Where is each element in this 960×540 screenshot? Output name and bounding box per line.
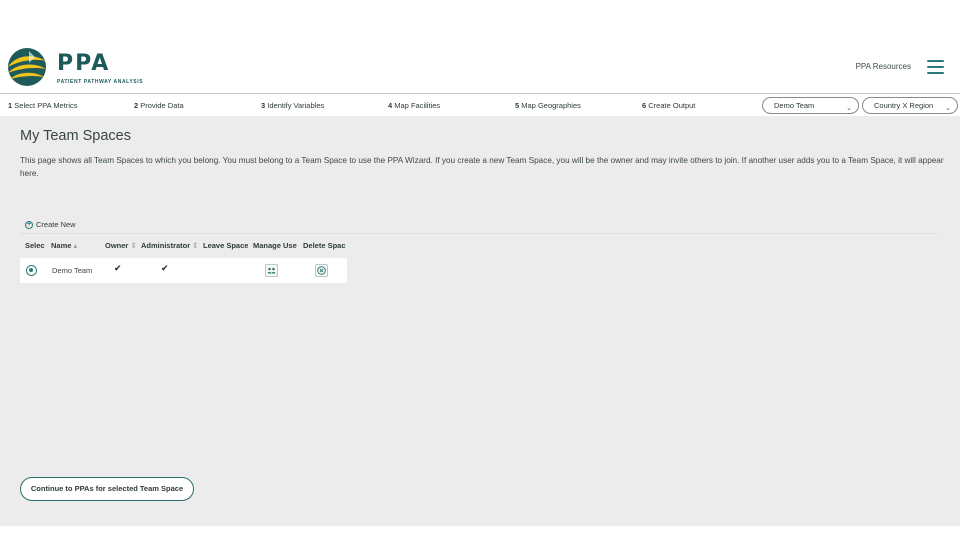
step-number: 6 bbox=[642, 101, 647, 110]
column-header-manage-users: Manage Use bbox=[253, 241, 297, 250]
main-content: My Team Spaces This page shows all Team … bbox=[0, 116, 960, 526]
step-label: Provide Data bbox=[140, 101, 184, 110]
page-title: My Team Spaces bbox=[20, 128, 131, 144]
step-label: Map Facilities bbox=[394, 101, 441, 110]
step-number: 1 bbox=[8, 101, 13, 110]
step-label: Identify Variables bbox=[267, 101, 325, 110]
hamburger-menu-icon[interactable] bbox=[927, 60, 944, 74]
ppa-logo-mark-icon bbox=[8, 48, 46, 86]
step-number: 2 bbox=[134, 101, 139, 110]
sort-icon: ⇕ bbox=[130, 241, 137, 250]
step-map-geographies[interactable]: 5 Map Geographies bbox=[515, 101, 581, 110]
logo-title: PPA bbox=[57, 51, 111, 76]
region-select-value: Country X Region bbox=[874, 101, 934, 110]
delete-icon bbox=[317, 266, 326, 275]
continue-to-ppas-button[interactable]: Continue to PPAs for selected Team Space bbox=[20, 477, 194, 501]
step-provide-data[interactable]: 2 Provide Data bbox=[134, 101, 184, 110]
plus-circle-icon: + bbox=[25, 220, 33, 229]
column-header-owner[interactable]: Owner ⇕ bbox=[105, 241, 137, 250]
create-new-label: Create New bbox=[36, 220, 76, 229]
ppa-logo[interactable]: PPA PATIENT PATHWAY ANALYSIS bbox=[5, 47, 143, 87]
column-header-delete-space: Delete Spac bbox=[303, 241, 346, 250]
sort-ascending-icon: ▴ bbox=[73, 241, 78, 250]
step-number: 4 bbox=[388, 101, 393, 110]
wizard-steps-bar: 1 Select PPA Metrics 2 Provide Data 3 Id… bbox=[0, 93, 960, 116]
step-select-ppa-metrics[interactable]: 1 Select PPA Metrics bbox=[8, 101, 77, 110]
administrator-check-icon: ✔ bbox=[161, 263, 169, 273]
app-header: PPA PATIENT PATHWAY ANALYSIS PPA Resourc… bbox=[0, 0, 960, 93]
sort-icon: ⇕ bbox=[192, 241, 199, 250]
page-description: This page shows all Team Spaces to which… bbox=[20, 156, 944, 178]
column-header-leave-space: Leave Space bbox=[203, 241, 248, 250]
table-divider bbox=[20, 233, 938, 234]
step-label: Create Output bbox=[648, 101, 696, 110]
team-select-radio[interactable] bbox=[26, 265, 37, 276]
logo-subtitle: PATIENT PATHWAY ANALYSIS bbox=[57, 79, 144, 85]
table-row: Demo Team ✔ ✔ bbox=[20, 258, 347, 283]
chevron-down-icon: ⌄ bbox=[945, 105, 951, 112]
step-create-output[interactable]: 6 Create Output bbox=[642, 101, 695, 110]
team-name-cell: Demo Team bbox=[52, 266, 93, 275]
manage-users-button[interactable] bbox=[265, 264, 278, 277]
owner-check-icon: ✔ bbox=[114, 263, 122, 273]
step-identify-variables[interactable]: 3 Identify Variables bbox=[261, 101, 324, 110]
column-header-select: Selec bbox=[25, 241, 45, 250]
delete-space-button[interactable] bbox=[315, 264, 328, 277]
step-label: Select PPA Metrics bbox=[14, 101, 78, 110]
step-map-facilities[interactable]: 4 Map Facilities bbox=[388, 101, 440, 110]
users-icon bbox=[267, 267, 276, 274]
column-header-administrator[interactable]: Administrator ⇕ bbox=[141, 241, 198, 250]
create-new-button[interactable]: + Create New bbox=[25, 220, 76, 229]
team-select[interactable]: Demo Team ⌄ bbox=[762, 97, 859, 114]
region-select[interactable]: Country X Region ⌄ bbox=[862, 97, 958, 114]
step-number: 3 bbox=[261, 101, 266, 110]
step-number: 5 bbox=[515, 101, 520, 110]
chevron-down-icon: ⌄ bbox=[846, 105, 852, 112]
team-select-value: Demo Team bbox=[774, 101, 815, 110]
column-header-name[interactable]: Name ▴ bbox=[51, 241, 77, 250]
ppa-resources-link[interactable]: PPA Resources bbox=[856, 62, 911, 71]
step-label: Map Geographies bbox=[521, 101, 581, 110]
